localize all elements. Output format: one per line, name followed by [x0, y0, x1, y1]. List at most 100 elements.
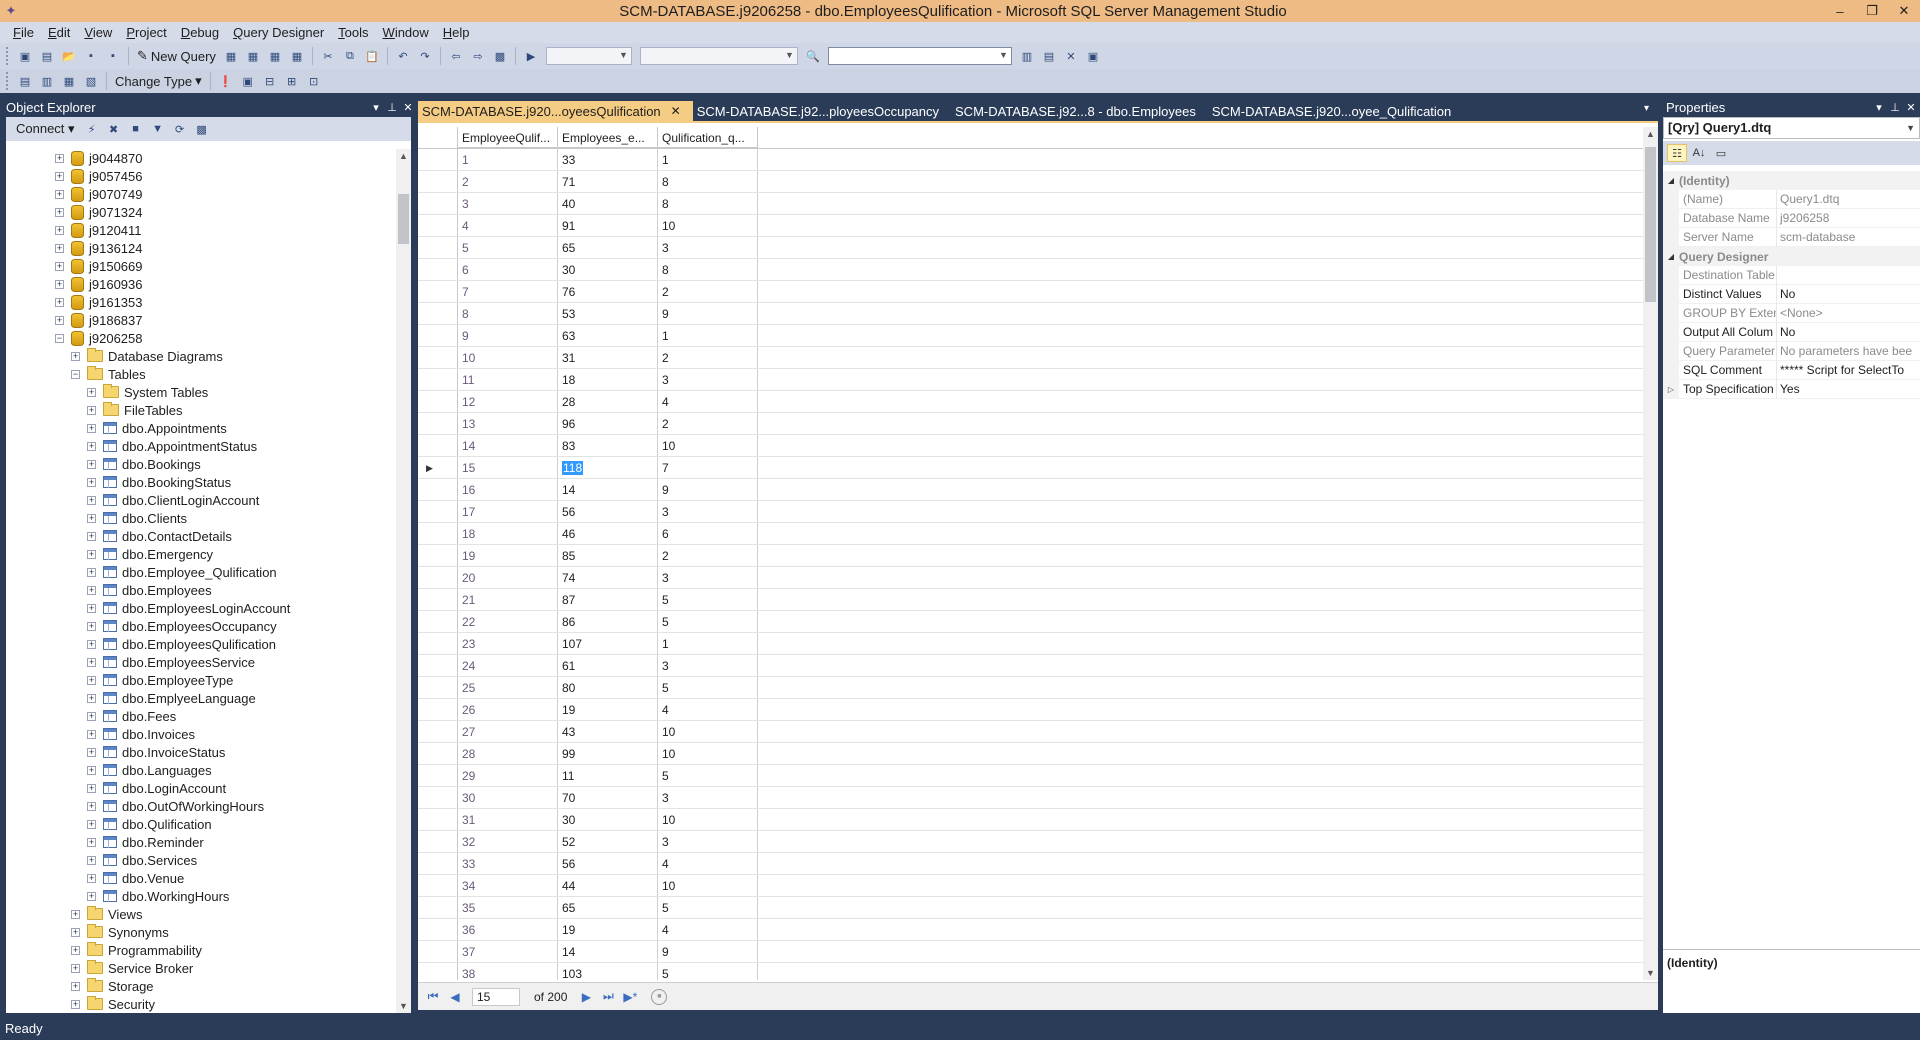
grid-cell[interactable]: 5 [658, 765, 758, 786]
grid-cell[interactable]: 28 [558, 391, 658, 412]
tree-node[interactable]: + dbo.Reminder [6, 833, 396, 851]
expand-icon[interactable]: + [55, 297, 64, 307]
expand-icon[interactable]: + [87, 837, 96, 847]
grid-cell[interactable]: 10 [458, 347, 558, 368]
close-icon[interactable]: ✕ [401, 101, 415, 114]
grid-cell[interactable]: 2 [658, 347, 758, 368]
expand-icon[interactable]: + [55, 153, 64, 163]
collapse-icon[interactable]: ◢ [1663, 176, 1679, 185]
tree-node[interactable]: + dbo.Qulification [6, 815, 396, 833]
row-selector[interactable] [418, 875, 458, 896]
expand-icon[interactable]: + [87, 495, 96, 505]
grid-cell[interactable]: 86 [558, 611, 658, 632]
grid-cell[interactable]: 15 [458, 457, 558, 478]
grid-cell[interactable]: 3 [658, 369, 758, 390]
property-value[interactable]: No [1777, 323, 1920, 342]
grid-cell[interactable]: 43 [558, 721, 658, 742]
grid-cell[interactable]: 2 [458, 171, 558, 192]
show-criteria-pane-icon[interactable]: ▥ [37, 71, 57, 91]
expand-icon[interactable]: + [71, 981, 80, 991]
grid-vertical-scrollbar[interactable]: ▲ ▼ [1643, 127, 1658, 980]
grid-cell[interactable]: 96 [558, 413, 658, 434]
show-diagram-pane-icon[interactable]: ▤ [15, 71, 35, 91]
grid-cell[interactable]: 56 [558, 853, 658, 874]
row-selector[interactable] [418, 721, 458, 742]
grid-cell[interactable]: 30 [458, 787, 558, 808]
table-row[interactable]: 13 96 2 [418, 413, 1643, 435]
grid-cell[interactable]: 63 [558, 325, 658, 346]
tree-node[interactable]: + dbo.Invoices [6, 725, 396, 743]
expand-icon[interactable]: + [55, 225, 64, 235]
grid-cell[interactable]: 14 [558, 479, 658, 500]
table-row[interactable]: 29 11 5 [418, 765, 1643, 787]
tree-node[interactable]: + j9161353 [6, 293, 396, 311]
grid-cell[interactable]: 40 [558, 193, 658, 214]
table-row[interactable]: 2 71 8 [418, 171, 1643, 193]
scroll-thumb[interactable] [1645, 147, 1656, 302]
grid-cell[interactable]: 3 [658, 567, 758, 588]
table-row[interactable]: 6 30 8 [418, 259, 1643, 281]
property-value[interactable]: No parameters have bee [1777, 342, 1920, 361]
grid-cell[interactable]: 19 [458, 545, 558, 566]
grid-cell[interactable]: 65 [558, 237, 658, 258]
tree-node[interactable]: + Programmability [6, 941, 396, 959]
grid-cell[interactable]: 33 [458, 853, 558, 874]
row-selector[interactable] [418, 215, 458, 236]
tree-node[interactable]: + dbo.Clients [6, 509, 396, 527]
grid-cell[interactable]: 8 [458, 303, 558, 324]
grid-cell[interactable]: 9 [458, 325, 558, 346]
grid-cell[interactable]: 19 [558, 699, 658, 720]
dmx-query-icon[interactable]: ▦ [287, 46, 307, 66]
table-row[interactable]: 26 19 4 [418, 699, 1643, 721]
grid-cell[interactable]: 10 [658, 721, 758, 742]
table-row[interactable]: 32 52 3 [418, 831, 1643, 853]
grid-cell[interactable]: 85 [558, 545, 658, 566]
scroll-down-icon[interactable]: ▼ [396, 1001, 411, 1011]
disconnect-icon[interactable]: ✖ [104, 119, 124, 139]
grid-cell[interactable]: 44 [558, 875, 658, 896]
grid-cell[interactable]: 4 [658, 919, 758, 940]
tree-node[interactable]: + dbo.BookingStatus [6, 473, 396, 491]
grid-cell[interactable]: 31 [558, 347, 658, 368]
property-object-selector[interactable]: [Qry] Query1.dtq ▼ [1663, 117, 1920, 139]
tree-node[interactable]: + j9160936 [6, 275, 396, 293]
grid-cell[interactable]: 10 [658, 743, 758, 764]
table-row[interactable]: 35 65 5 [418, 897, 1643, 919]
tree-node[interactable]: − Tables [6, 365, 396, 383]
menu-project[interactable]: Project [119, 22, 173, 43]
grid-cell[interactable]: 8 [658, 259, 758, 280]
row-selector[interactable] [418, 743, 458, 764]
window-position-icon[interactable]: ▾ [1872, 101, 1886, 114]
tree-node[interactable]: + dbo.ContactDetails [6, 527, 396, 545]
table-row[interactable]: 27 43 10 [418, 721, 1643, 743]
tree-node[interactable]: + dbo.AppointmentStatus [6, 437, 396, 455]
properties-window-icon[interactable]: ▤ [1039, 46, 1059, 66]
grid-cell[interactable]: 37 [458, 941, 558, 962]
grid-corner[interactable] [418, 127, 458, 148]
expand-icon[interactable]: + [71, 909, 80, 919]
expand-icon[interactable]: + [71, 945, 80, 955]
menu-window[interactable]: Window [376, 22, 436, 43]
open-file-icon[interactable]: 📂 [59, 46, 79, 66]
stop-icon[interactable]: ■ [651, 988, 668, 1005]
row-selector[interactable] [418, 325, 458, 346]
navigate-back-icon[interactable]: ⇦ [446, 46, 466, 66]
row-selector[interactable]: ▶ [418, 457, 458, 478]
tree-node[interactable]: + dbo.Employee_Qulification [6, 563, 396, 581]
grid-cell[interactable]: 61 [558, 655, 658, 676]
object-explorer-icon[interactable]: ▣ [1083, 46, 1103, 66]
tree-node[interactable]: + dbo.EmplyeeLanguage [6, 689, 396, 707]
tree-node[interactable]: + dbo.OutOfWorkingHours [6, 797, 396, 815]
column-header[interactable]: EmployeeQulif... [458, 127, 558, 148]
expand-icon[interactable]: + [87, 387, 96, 397]
row-selector[interactable] [418, 589, 458, 610]
tree-node[interactable]: + j9057456 [6, 167, 396, 185]
grid-cell[interactable]: 5 [458, 237, 558, 258]
grid-cell[interactable]: 70 [558, 787, 658, 808]
toolbar-grip[interactable] [6, 72, 10, 90]
grid-cell[interactable]: 46 [558, 523, 658, 544]
tree-node[interactable]: + j9070749 [6, 185, 396, 203]
grid-cell[interactable]: 17 [458, 501, 558, 522]
add-new-derived-table-icon[interactable]: ⊡ [304, 71, 324, 91]
grid-cell[interactable]: 6 [658, 523, 758, 544]
